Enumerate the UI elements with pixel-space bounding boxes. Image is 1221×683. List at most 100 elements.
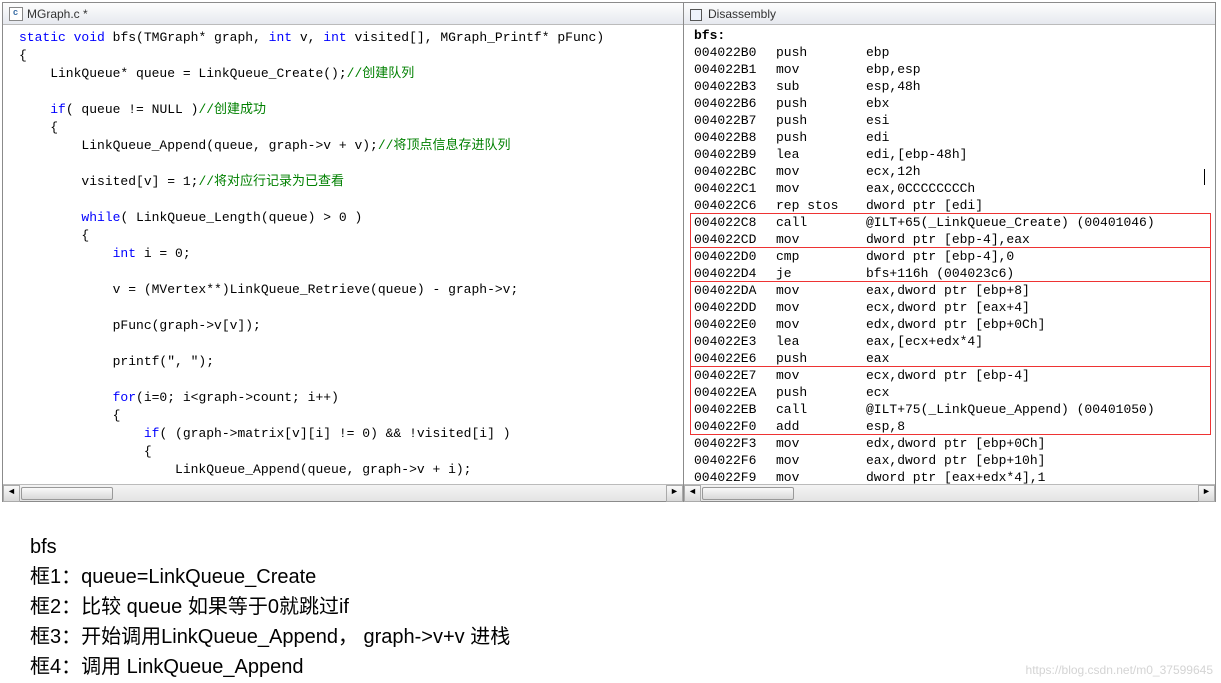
asm-mnemonic: push (776, 350, 866, 367)
asm-row: 004022DDmovecx,dword ptr [eax+4] (694, 299, 1215, 316)
asm-operand: edi (866, 129, 889, 146)
asm-operand: ebp (866, 44, 889, 61)
line5-cm: //创建成功 (198, 102, 266, 117)
code-hscrollbar[interactable]: ◄ ► (3, 484, 683, 501)
asm-address: 004022DD (694, 299, 776, 316)
asm-row: 004022B9leaedi,[ebp-48h] (694, 146, 1215, 163)
code-editor[interactable]: static void bfs(TMGraph* graph, int v, i… (3, 25, 683, 484)
line5: ( queue != NULL ) (66, 102, 199, 117)
scroll-left-icon[interactable]: ◄ (684, 485, 701, 502)
asm-address: 004022D4 (694, 265, 776, 282)
asm-address: 004022B3 (694, 78, 776, 95)
asm-row: 004022F0addesp,8 (694, 418, 1215, 435)
annotation-block: bfs 框1：queue=LinkQueue_Create 框2：比较 queu… (30, 532, 510, 682)
asm-row: 004022EApushecx (694, 384, 1215, 401)
asm-address: 004022B6 (694, 95, 776, 112)
disassembly-icon (690, 7, 704, 21)
kw-while: while (81, 210, 120, 225)
asm-address: 004022F3 (694, 435, 776, 452)
asm-address: 004022F0 (694, 418, 776, 435)
asm-address: 004022BC (694, 163, 776, 180)
asm-mnemonic: mov (776, 282, 866, 299)
asm-address: 004022CD (694, 231, 776, 248)
line7: LinkQueue_Append(queue, graph->v + v); (19, 138, 378, 153)
asm-mnemonic: mov (776, 316, 866, 333)
asm-operand: dword ptr [ebp-4],0 (866, 248, 1014, 265)
asm-mnemonic: push (776, 95, 866, 112)
asm-address: 004022E0 (694, 316, 776, 333)
asm-address: 004022EA (694, 384, 776, 401)
asm-mnemonic: lea (776, 146, 866, 163)
line19: printf(", "); (19, 354, 214, 369)
note-line-1: bfs (30, 532, 510, 562)
asm-hscrollbar[interactable]: ◄ ► (684, 484, 1215, 501)
asm-operand: dword ptr [edi] (866, 197, 983, 214)
asm-operand: dword ptr [ebp-4],eax (866, 231, 1030, 248)
asm-operand: bfs+116h (004023c6) (866, 265, 1014, 282)
asm-mnemonic: call (776, 401, 866, 418)
asm-operand: esp,48h (866, 78, 921, 95)
line17: pFunc(graph->v[v]); (19, 318, 261, 333)
asm-address: 004022F9 (694, 469, 776, 484)
code-tab[interactable]: MGraph.c * (3, 3, 683, 25)
asm-mnemonic: push (776, 112, 866, 129)
asm-mnemonic: mov (776, 231, 866, 248)
asm-row: 004022F6moveax,dword ptr [ebp+10h] (694, 452, 1215, 469)
code-pane: MGraph.c * static void bfs(TMGraph* grap… (3, 3, 684, 501)
ide-window: MGraph.c * static void bfs(TMGraph* grap… (2, 2, 1216, 502)
asm-row: 004022E7movecx,dword ptr [ebp-4] (694, 367, 1215, 384)
line24: { (19, 444, 152, 459)
asm-mnemonic: add (776, 418, 866, 435)
asm-operand: edx,dword ptr [ebp+0Ch] (866, 435, 1045, 452)
asm-row: 004022E6pusheax (694, 350, 1215, 367)
asm-mnemonic: mov (776, 61, 866, 78)
asm-mnemonic: sub (776, 78, 866, 95)
kw-int1: int (269, 30, 292, 45)
asm-row: 004022B7pushesi (694, 112, 1215, 129)
scroll-right-icon[interactable]: ► (1198, 485, 1215, 502)
kw-if: if (50, 102, 66, 117)
asm-operand: ecx,12h (866, 163, 921, 180)
c-file-icon (9, 7, 23, 21)
asm-row: 004022B1movebp,esp (694, 61, 1215, 78)
line22: { (19, 408, 120, 423)
asm-operand: @ILT+65(_LinkQueue_Create) (00401046) (866, 214, 1155, 231)
asm-row: 004022C1moveax,0CCCCCCCCh (694, 180, 1215, 197)
asm-row: 004022CDmovdword ptr [ebp-4],eax (694, 231, 1215, 248)
asm-row: 004022DAmoveax,dword ptr [ebp+8] (694, 282, 1215, 299)
asm-operand: eax,[ecx+edx*4] (866, 333, 983, 350)
watermark: https://blog.csdn.net/m0_37599645 (1026, 663, 1213, 677)
asm-address: 004022C1 (694, 180, 776, 197)
kw-int3: int (113, 246, 136, 261)
asm-mnemonic: mov (776, 163, 866, 180)
asm-row: 004022BCmovecx,12h (694, 163, 1215, 180)
asm-row: 004022F3movedx,dword ptr [ebp+0Ch] (694, 435, 1215, 452)
asm-mnemonic: mov (776, 367, 866, 384)
sig-part2: v, (292, 30, 323, 45)
asm-row: 004022E3leaeax,[ecx+edx*4] (694, 333, 1215, 350)
asm-operand: esi (866, 112, 889, 129)
asm-operand: ecx,dword ptr [eax+4] (866, 299, 1030, 316)
asm-mnemonic: lea (776, 333, 866, 350)
asm-mnemonic: call (776, 214, 866, 231)
asm-mnemonic: mov (776, 435, 866, 452)
asm-address: 004022B7 (694, 112, 776, 129)
asm-label: bfs: (694, 27, 776, 44)
asm-operand: dword ptr [eax+edx*4],1 (866, 469, 1045, 484)
scroll-left-icon[interactable]: ◄ (3, 485, 20, 502)
asm-tab[interactable]: Disassembly (684, 3, 1215, 25)
asm-operand: eax,0CCCCCCCCh (866, 180, 975, 197)
asm-address: 004022F6 (694, 452, 776, 469)
line9-cm: //将对应行记录为已查看 (198, 174, 344, 189)
asm-address: 004022EB (694, 401, 776, 418)
asm-row: 004022EBcall@ILT+75(_LinkQueue_Append) (… (694, 401, 1215, 418)
asm-address: 004022C8 (694, 214, 776, 231)
asm-operand: edi,[ebp-48h] (866, 146, 967, 163)
disassembly-view[interactable]: bfs: 004022B0pushebp004022B1movebp,esp00… (684, 25, 1215, 484)
asm-address: 004022E7 (694, 367, 776, 384)
scroll-right-icon[interactable]: ► (666, 485, 683, 502)
asm-address: 004022B0 (694, 44, 776, 61)
asm-address: 004022DA (694, 282, 776, 299)
line7-cm: //将顶点信息存进队列 (378, 138, 511, 153)
asm-operand: ebx (866, 95, 889, 112)
